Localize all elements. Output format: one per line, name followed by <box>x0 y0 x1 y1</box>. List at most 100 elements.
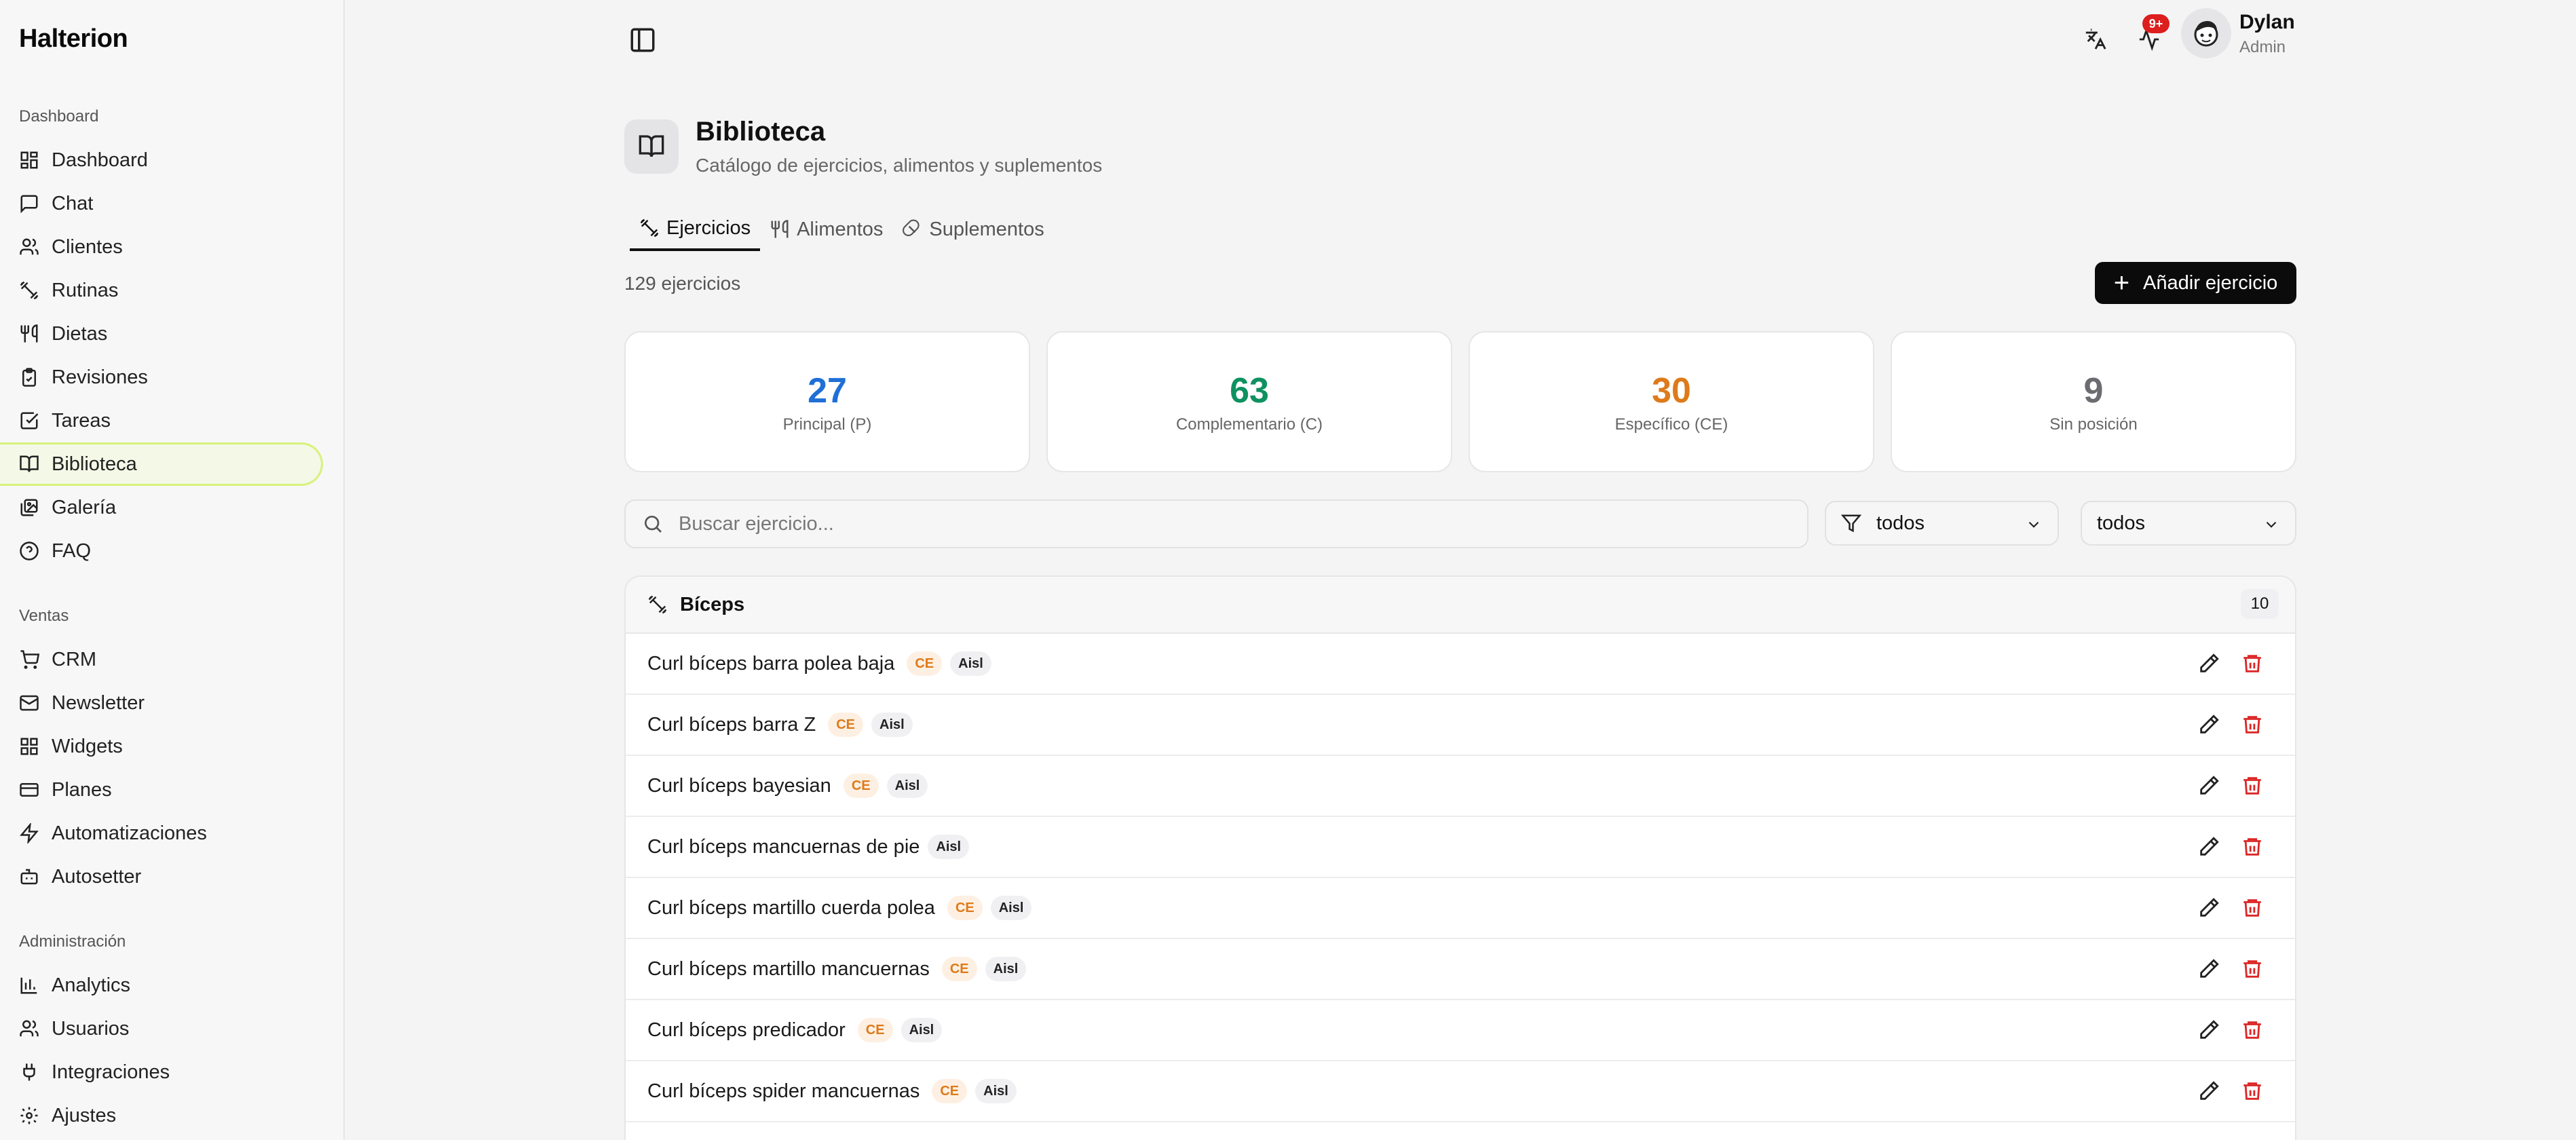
stat-label: Complementario (C) <box>1175 415 1323 434</box>
edit-icon[interactable] <box>2197 1080 2220 1103</box>
type-tag: Aisl <box>886 774 928 798</box>
sidebar-item-clientes[interactable]: Clientes <box>0 225 323 269</box>
trash-icon[interactable] <box>2241 1080 2264 1103</box>
nav-section-administracion: Administración Analytics Usuarios Integr… <box>0 920 345 1137</box>
nav-section-dashboard: Dashboard Dashboard Chat Clientes Rutina… <box>0 95 345 573</box>
position-filter-select[interactable]: todos <box>1825 501 2059 546</box>
stat-card-complementario: 63 Complementario (C) <box>1046 331 1452 472</box>
gear-icon <box>20 1107 38 1124</box>
sidebar-item-label: FAQ <box>52 539 92 562</box>
sidebar-item-tareas[interactable]: Tareas <box>0 399 323 442</box>
page-icon <box>624 119 679 174</box>
sidebar-item-usuarios[interactable]: Usuarios <box>0 1007 323 1050</box>
trash-icon[interactable] <box>2241 896 2264 919</box>
stat-card-sin-posicion: 9 Sin posición <box>1891 331 2296 472</box>
sidebar-item-autosetter[interactable]: Autosetter <box>0 855 323 898</box>
sidebar-item-widgets[interactable]: Widgets <box>0 725 323 768</box>
edit-icon[interactable] <box>2197 1019 2220 1042</box>
bar-chart-icon <box>20 977 37 994</box>
table-row[interactable]: Curl bíceps spider mancuernas CE Aisl <box>626 1061 2295 1122</box>
tab-label: Ejercicios <box>666 216 751 239</box>
sidebar-item-revisiones[interactable]: Revisiones <box>0 356 323 399</box>
trash-icon[interactable] <box>2241 713 2264 736</box>
edit-icon[interactable] <box>2197 957 2220 981</box>
sidebar-item-rutinas[interactable]: Rutinas <box>0 269 323 312</box>
sidebar-item-planes[interactable]: Planes <box>0 768 323 812</box>
stat-value: 30 <box>1652 371 1691 411</box>
sidebar-item-galeria[interactable]: Galería <box>0 486 323 529</box>
sidebar-item-integraciones[interactable]: Integraciones <box>0 1050 323 1094</box>
sidebar-item-label: Newsletter <box>52 691 145 714</box>
pill-icon <box>903 219 920 237</box>
sidebar-item-dietas[interactable]: Dietas <box>0 312 323 356</box>
sidebar-item-dashboard[interactable]: Dashboard <box>0 138 323 182</box>
table-row[interactable]: Curl bíceps barra polea baja CE Aisl <box>626 634 2295 695</box>
exercise-name: Curl bíceps barra Z <box>647 713 816 736</box>
edit-icon[interactable] <box>2197 774 2220 797</box>
user-name[interactable]: Dylan <box>2239 11 2295 34</box>
sidebar-item-automatizaciones[interactable]: Automatizaciones <box>0 812 323 855</box>
book-open-icon <box>20 455 39 472</box>
sidebar-item-ajustes[interactable]: Ajustes <box>0 1094 323 1137</box>
search-input[interactable] <box>679 512 1764 535</box>
filter-icon <box>1841 514 1861 533</box>
exercise-name: Curl bíceps martillo mancuernas <box>647 957 930 980</box>
table-row[interactable]: Curl bíceps predicador CE Aisl <box>626 1000 2295 1061</box>
dumbbell-icon <box>640 218 659 238</box>
sidebar-item-analytics[interactable]: Analytics <box>0 964 323 1007</box>
edit-icon[interactable] <box>2197 713 2220 736</box>
sidebar-item-chat[interactable]: Chat <box>0 182 323 225</box>
tab-label: Suplementos <box>929 218 1044 240</box>
nav-section-ventas: Ventas CRM Newsletter Widgets Planes Aut… <box>0 594 345 898</box>
search-bar <box>624 499 1808 548</box>
dumbbell-icon <box>648 595 667 614</box>
trash-icon[interactable] <box>2241 652 2264 675</box>
sidebar-item-label: Galería <box>52 496 117 518</box>
page-title: Biblioteca <box>696 117 826 147</box>
trash-icon[interactable] <box>2241 774 2264 797</box>
panel-left-icon <box>630 28 655 52</box>
table-row[interactable]: Curl bíceps barra Z CE Aisl <box>626 695 2295 756</box>
edit-icon[interactable] <box>2197 835 2220 858</box>
exercise-group-panel: Bíceps 10 Curl bíceps barra polea baja CE… <box>624 575 2296 1140</box>
stat-label: Específico (CE) <box>1614 415 1728 434</box>
mail-icon <box>20 695 39 711</box>
square-check-icon <box>20 412 39 430</box>
position-tag: CE <box>828 712 863 737</box>
trash-icon[interactable] <box>2241 1019 2264 1042</box>
sidebar-item-crm[interactable]: CRM <box>0 638 323 681</box>
avatar[interactable] <box>2181 8 2231 58</box>
chevron-down-icon <box>2266 521 2277 528</box>
type-filter-select[interactable]: todos <box>2081 501 2296 546</box>
clipboard-check-icon <box>22 368 36 387</box>
edit-icon[interactable] <box>2197 896 2220 919</box>
sidebar-item-label: Autosetter <box>52 865 142 888</box>
sidebar-item-newsletter[interactable]: Newsletter <box>0 681 323 725</box>
group-title: Bíceps <box>680 593 745 615</box>
position-tag: CE <box>932 1079 968 1103</box>
trash-icon[interactable] <box>2241 957 2264 981</box>
nav-heading: Administración <box>19 932 126 951</box>
position-tag: CE <box>947 896 983 920</box>
tab-suplementos[interactable]: Suplementos <box>892 208 1053 251</box>
sidebar-item-faq[interactable]: FAQ <box>0 529 323 573</box>
table-row[interactable]: Curl bíceps mancuernas de pie Aisl <box>626 817 2295 878</box>
sidebar-toggle-button[interactable] <box>628 26 657 54</box>
tab-ejercicios[interactable]: Ejercicios <box>630 208 761 251</box>
trash-icon[interactable] <box>2241 835 2264 858</box>
tab-alimentos[interactable]: Alimentos <box>760 208 892 251</box>
edit-icon[interactable] <box>2197 652 2220 675</box>
tab-label: Alimentos <box>797 218 884 240</box>
type-tag: Aisl <box>990 896 1032 920</box>
add-exercise-button[interactable]: + Añadir ejercicio <box>2095 262 2296 304</box>
group-header[interactable]: Bíceps 10 <box>626 577 2295 634</box>
stat-value: 27 <box>808 371 847 411</box>
table-row[interactable]: Curl bíceps bayesian CE Aisl <box>626 756 2295 817</box>
table-row[interactable]: Curl bíceps martillo mancuernas CE Aisl <box>626 939 2295 1000</box>
stat-value: 63 <box>1230 371 1269 411</box>
credit-card-icon <box>20 783 39 797</box>
exercise-name: Curl bíceps spider mancuernas <box>647 1080 920 1102</box>
translate-button[interactable] <box>2081 24 2110 54</box>
sidebar-item-biblioteca[interactable]: Biblioteca <box>0 442 323 486</box>
table-row[interactable]: Curl bíceps martillo cuerda polea CE Aisl <box>626 878 2295 939</box>
